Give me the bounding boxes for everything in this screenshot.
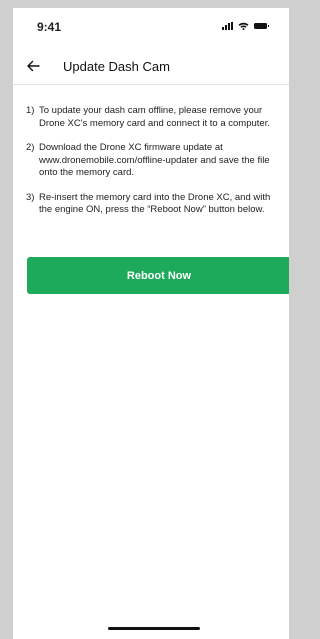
status-icons (222, 22, 269, 30)
instruction-step: 2) Download the Drone XC firmware update… (26, 142, 281, 180)
step-text: Download the Drone XC firmware update at… (39, 142, 270, 178)
step-number: 3) (26, 191, 35, 203)
arrow-left-icon[interactable] (25, 58, 41, 74)
reboot-now-button[interactable]: Reboot Now (27, 257, 289, 294)
step-text: To update your dash cam offline, please … (39, 105, 270, 129)
page-title: Update Dash Cam (63, 59, 170, 74)
wifi-icon (238, 22, 249, 30)
status-bar: 9:41 (13, 8, 289, 44)
home-indicator[interactable] (108, 627, 200, 630)
step-number: 2) (26, 142, 35, 153)
signal-icon (222, 22, 233, 30)
instructions-list: 1) To update your dash cam offline, plea… (26, 105, 281, 229)
instruction-step: 1) To update your dash cam offline, plea… (26, 105, 281, 130)
step-number: 1) (26, 105, 35, 116)
header-bar: Update Dash Cam (13, 48, 289, 85)
step-text: Re-insert the memory card into the Drone… (39, 191, 271, 216)
status-time: 9:41 (37, 20, 62, 34)
battery-icon (254, 23, 269, 29)
phone-screen: 9:41 Update Dash Cam 1) To update your d… (13, 8, 289, 639)
instruction-step: 3) Re-insert the memory card into the Dr… (26, 192, 281, 217)
